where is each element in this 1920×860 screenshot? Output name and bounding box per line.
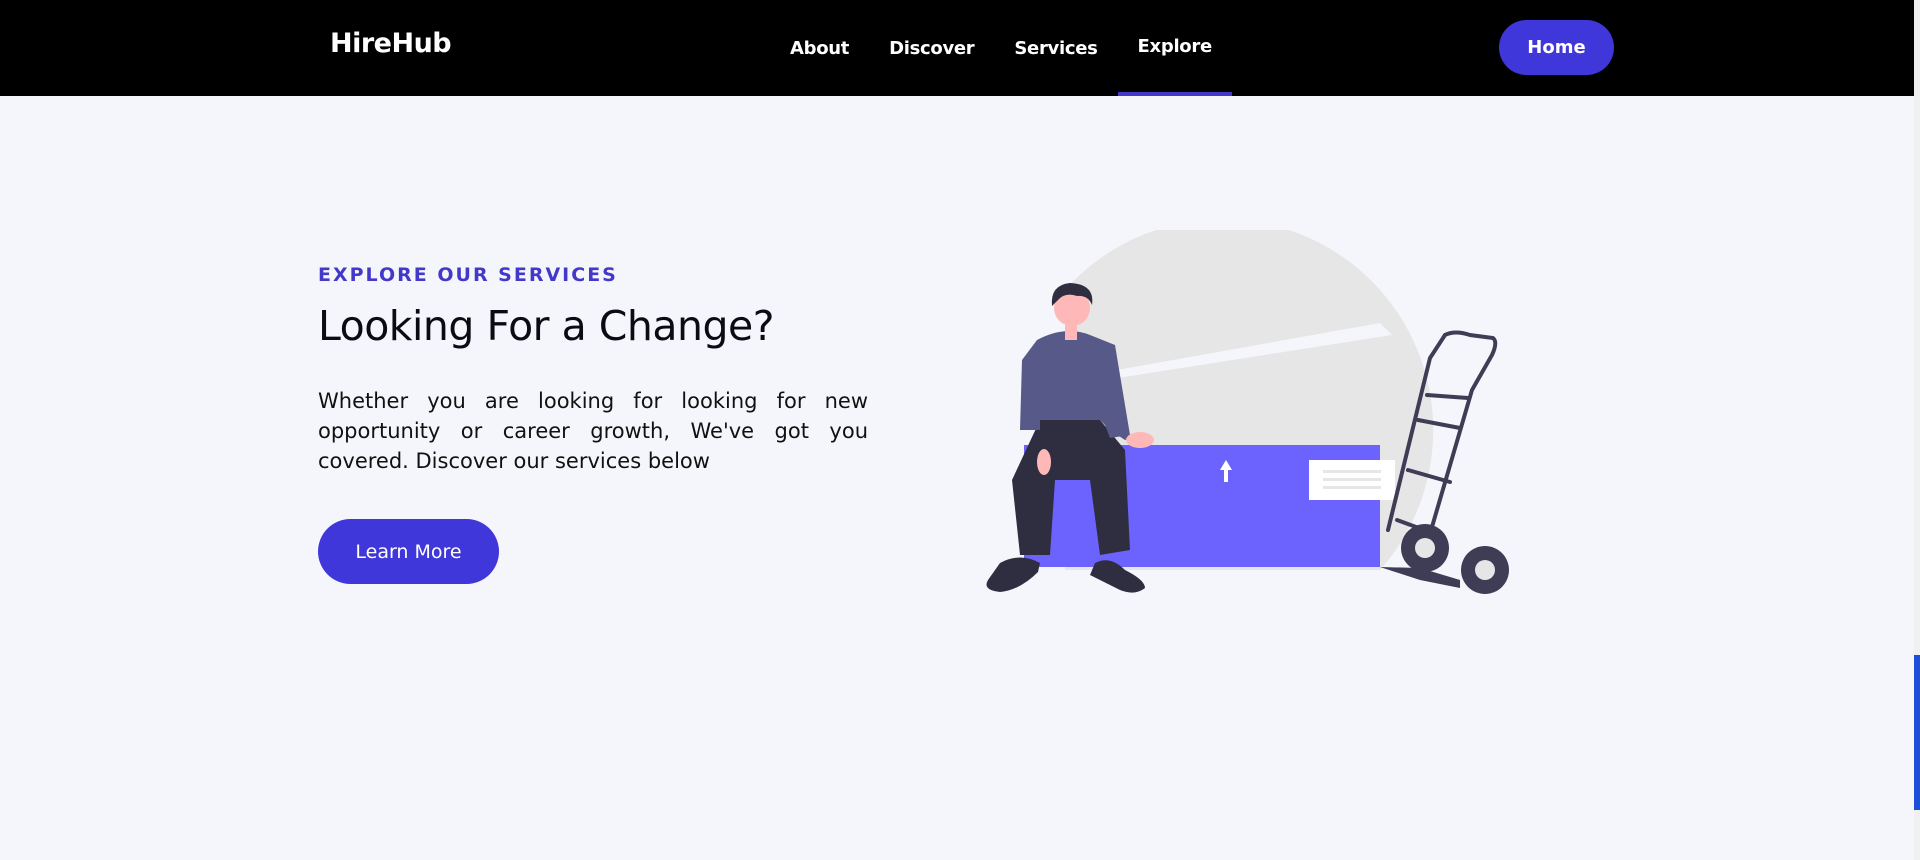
navbar: HireHub About Discover Services Explore … [0,0,1914,96]
scrollbar[interactable] [1914,0,1920,860]
nav-link-discover[interactable]: Discover [869,0,994,96]
home-button[interactable]: Home [1499,20,1614,75]
hero-eyebrow: EXPLORE OUR SERVICES [318,264,618,286]
hero-headline: Looking For a Change? [318,302,774,350]
learn-more-button[interactable]: Learn More [318,519,499,584]
nav-link-explore[interactable]: Explore [1117,0,1233,96]
nav-links: About Discover Services Explore [770,0,1233,96]
page: HireHub About Discover Services Explore … [0,0,1920,860]
scrollbar-thumb[interactable] [1914,655,1920,810]
nav-link-about[interactable]: About [770,0,869,96]
hero-description: Whether you are looking for looking for … [318,389,868,473]
logo[interactable]: HireHub [330,28,452,59]
nav-link-services[interactable]: Services [994,0,1117,96]
hero-illustration [986,230,1509,594]
